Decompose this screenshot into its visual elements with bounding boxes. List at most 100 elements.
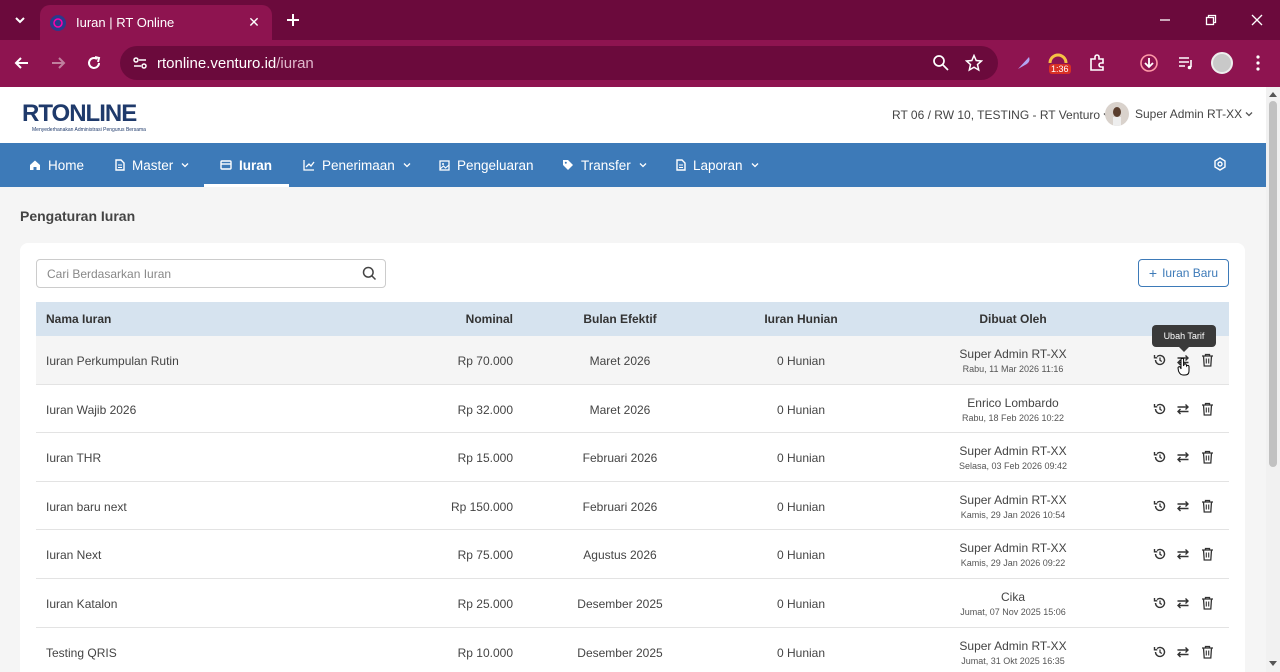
delete-button[interactable] [1199,498,1215,514]
cell-iuran-hunian: 0 Hunian [776,354,826,368]
scrollbar-thumb[interactable] [1269,101,1277,467]
cell-dibuat-oleh: Enrico Lombardo Rabu, 18 Feb 2026 10:22 [913,396,1113,423]
cell-bulan-efektif: Agustus 2026 [583,548,657,563]
url-text: rtonline.venturo.id/iuran [157,55,314,72]
trash-icon [1201,499,1213,513]
add-iuran-button[interactable]: + Iuran Baru [1138,259,1229,287]
browser-tab[interactable]: Iuran | RT Online ✕ [40,5,272,40]
ubah-tarif-button[interactable] [1175,401,1191,417]
creator-name: Super Admin RT-XX [959,347,1067,361]
table-row[interactable]: Testing QRIS Rp 10.000 Desember 2025 0 Huni… [36,628,1229,672]
restore-button[interactable] [1201,10,1221,30]
nav-laporan[interactable]: Laporan [676,143,759,187]
forward-button[interactable] [47,52,69,74]
cell-bulan-efektif: Februari 2026 [582,451,658,466]
history-button[interactable] [1152,498,1168,514]
table-row[interactable]: Iuran THR Rp 15.000 Februari 2026 0 Hunian S… [36,433,1229,482]
nav-iuran[interactable]: Iuran [203,143,290,187]
created-date: Rabu, 11 Mar 2026 11:16 [962,364,1064,374]
table-row[interactable]: Iuran Perkumpulan Rutin Rp 70.000 Maret 20… [36,336,1229,385]
new-tab-button[interactable] [282,9,304,31]
ubah-tarif-button[interactable] [1175,449,1191,465]
site-info-icon[interactable] [132,55,148,71]
creator-name: Super Admin RT-XX [959,638,1067,653]
close-icon [1251,14,1263,26]
zoom-icon[interactable] [932,54,950,72]
table-row[interactable]: Iuran Wajib 2026 Rp 32.000 Maret 2026 0 Hun… [36,385,1229,434]
extensions-puzzle-icon[interactable] [1086,52,1108,74]
chevron-down-icon [639,161,647,169]
delete-button[interactable] [1199,644,1215,660]
plus-icon: + [1148,265,1158,281]
history-button[interactable] [1152,595,1168,611]
col-bulan-efektif[interactable]: Bulan Efektif [540,312,700,326]
scroll-up-icon[interactable] [1269,91,1277,97]
nav-master[interactable]: Master [115,143,189,187]
tab-close-icon[interactable]: ✕ [246,14,262,31]
ubah-tarif-button[interactable] [1175,644,1191,660]
chrome-menu-icon[interactable] [1247,52,1269,74]
feather-extension-icon[interactable] [1013,52,1035,74]
nav-home[interactable]: Home [29,143,84,187]
user-menu[interactable]: Super Admin RT-XX [1105,102,1253,126]
col-iuran-hunian[interactable]: Iuran Hunian [721,312,881,326]
ubah-tarif-button[interactable] [1175,595,1191,611]
table-row[interactable]: Iuran baru next Rp 150.000 Februari 2026 0 … [36,482,1229,531]
delete-button[interactable] [1199,595,1215,611]
bookmark-star-icon[interactable] [965,54,983,72]
download-icon[interactable] [1138,52,1160,74]
close-window-button[interactable] [1247,10,1267,30]
minimize-button[interactable] [1155,10,1175,30]
created-date: Selasa, 03 Feb 2026 09:42 [958,461,1068,472]
ubah-tarif-button[interactable] [1175,498,1191,514]
tag-icon [562,159,574,171]
cell-bulan-efektif: Desember 2025 [577,645,663,660]
history-button[interactable] [1152,352,1168,368]
image-icon [439,159,450,171]
history-button[interactable] [1152,546,1168,562]
search-field [36,259,386,288]
table-row[interactable]: Iuran Next Rp 75.000 Agustus 2026 0 Hunian S… [36,530,1229,579]
nav-transfer[interactable]: Transfer [562,143,647,187]
delete-button[interactable] [1199,401,1215,417]
cell-nominal: Rp 15.000 [457,451,513,466]
history-button[interactable] [1152,401,1168,417]
swap-arrows-icon [1177,403,1189,415]
back-button[interactable] [11,52,33,74]
delete-button[interactable] [1199,352,1215,368]
trash-icon [1201,548,1213,562]
cell-nama-iuran: Iuran Katalon [46,597,118,611]
delete-button[interactable] [1199,449,1215,465]
timer-extension-icon[interactable]: 1:36 [1047,51,1073,77]
col-nominal[interactable]: Nominal [416,312,513,326]
delete-button[interactable] [1199,546,1215,562]
swap-arrows-icon [1177,452,1189,463]
app-logo[interactable]: RTONLINE Menyederhanakan Administrasi Pe… [22,100,146,133]
nav-penerimaan[interactable]: Penerimaan [303,143,411,187]
app-header: RTONLINE Menyederhanakan Administrasi Pe… [0,87,1266,143]
history-icon [1153,549,1166,560]
search-icon[interactable] [362,266,377,281]
address-bar[interactable]: rtonline.venturo.id/iuran [120,46,998,80]
history-button[interactable] [1152,644,1168,660]
search-input[interactable] [37,260,347,287]
settings-gear-icon[interactable] [1213,157,1227,176]
logo-text: RTONLINE [22,100,137,127]
browser-profile-avatar[interactable] [1211,52,1233,74]
ubah-tarif-button[interactable] [1175,546,1191,562]
rt-context-selector[interactable]: RT 06 / RW 10, TESTING - RT Venturo [892,108,1111,122]
nav-pengeluaran[interactable]: Pengeluaran [439,143,534,187]
page-scrollbar[interactable] [1266,87,1280,672]
hand-cursor-icon [1177,358,1190,376]
swap-arrows-icon [1177,598,1189,609]
cell-nominal: Rp 25.000 [457,597,513,611]
reload-button[interactable] [83,52,105,74]
col-nama-iuran[interactable]: Nama Iuran [46,312,111,326]
site-favicon-icon [50,14,66,31]
tab-search-button[interactable] [8,8,32,32]
table-row[interactable]: Iuran Katalon Rp 25.000 Desember 2025 0 Hun… [36,579,1229,628]
media-control-icon[interactable] [1175,52,1197,74]
col-dibuat-oleh[interactable]: Dibuat Oleh [913,312,1113,326]
history-button[interactable] [1152,449,1168,465]
scroll-down-icon[interactable] [1269,661,1277,667]
